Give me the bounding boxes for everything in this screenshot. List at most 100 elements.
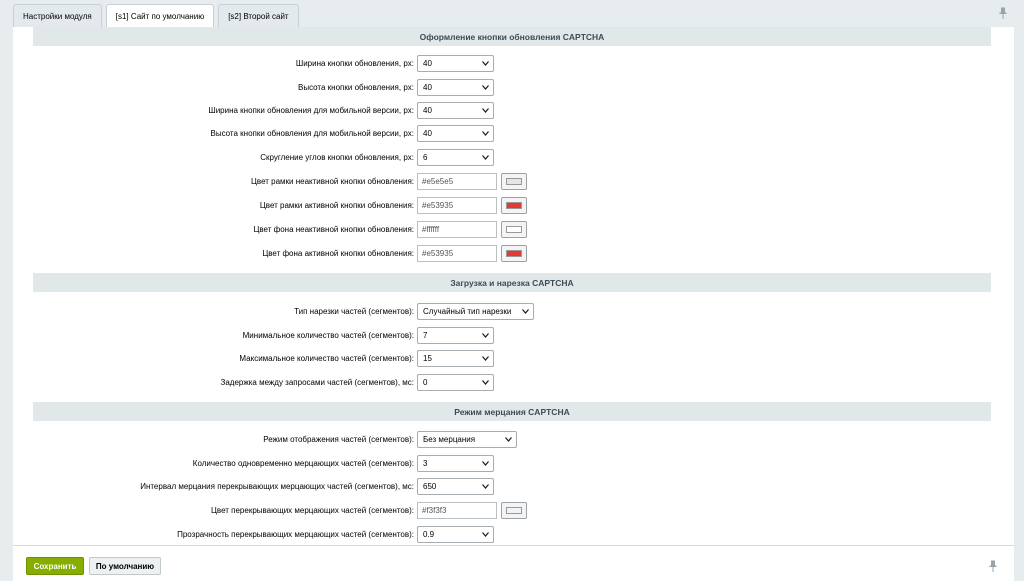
min-segments-select[interactable]: 7	[417, 327, 494, 344]
field-label: Цвет рамки активной кнопки обновления:	[259, 201, 414, 210]
slicing-type-select[interactable]: Случайный тип нарезки	[417, 303, 534, 320]
field-row: Цвет фона неактивной кнопки обновления: …	[13, 221, 1014, 239]
field-row: Цвет фона активной кнопки обновления: #e…	[13, 245, 1014, 263]
chevron-down-icon	[482, 380, 489, 385]
select-value: 40	[423, 59, 432, 68]
field-label: Интервал мерцания перекрывающих мерцающи…	[140, 482, 414, 491]
field-label: Прозрачность перекрывающих мерцающих час…	[177, 530, 414, 539]
chevron-down-icon	[482, 532, 489, 537]
active-border-color-input[interactable]: #e53935	[417, 197, 497, 214]
field-row: Высота кнопки обновления, px: 40	[13, 79, 1014, 97]
field-row: Тип нарезки частей (сегментов): Случайны…	[13, 303, 1014, 321]
field-label: Максимальное количество частей (сегменто…	[239, 354, 414, 363]
field-row: Цвет рамки неактивной кнопки обновления:…	[13, 173, 1014, 191]
field-label: Ширина кнопки обновления, px:	[295, 59, 414, 68]
flicker-count-select[interactable]: 3	[417, 455, 494, 472]
refresh-width-select[interactable]: 40	[417, 55, 494, 72]
reset-default-button[interactable]: По умолчанию	[89, 557, 161, 575]
field-label: Высота кнопки обновления для мобильной в…	[210, 129, 414, 138]
field-row: Максимальное количество частей (сегменто…	[13, 350, 1014, 368]
refresh-mobile-width-select[interactable]: 40	[417, 102, 494, 119]
field-label: Тип нарезки частей (сегментов):	[294, 307, 414, 316]
color-picker-button[interactable]	[501, 173, 527, 190]
refresh-mobile-height-select[interactable]: 40	[417, 125, 494, 142]
refresh-radius-select[interactable]: 6	[417, 149, 494, 166]
select-value: 3	[423, 459, 428, 468]
select-value: Случайный тип нарезки	[423, 307, 512, 316]
settings-panel: Оформление кнопки обновления CAPTCHA Шир…	[13, 27, 1014, 545]
chevron-down-icon	[482, 333, 489, 338]
field-label: Высота кнопки обновления, px:	[297, 83, 414, 92]
color-swatch	[506, 178, 522, 185]
color-swatch	[506, 250, 522, 257]
pin-icon[interactable]	[998, 7, 1008, 19]
tab-bar: Настройки модуля [s1] Сайт по умолчанию …	[13, 4, 303, 28]
field-row: Скругление углов кнопки обновления, px: …	[13, 149, 1014, 167]
chevron-down-icon	[505, 437, 512, 442]
select-value: 0.9	[423, 530, 435, 539]
field-row: Ширина кнопки обновления для мобильной в…	[13, 102, 1014, 120]
save-button[interactable]: Сохранить	[26, 557, 84, 575]
max-segments-select[interactable]: 15	[417, 350, 494, 367]
footer-bar: Сохранить По умолчанию	[13, 545, 1014, 581]
field-label: Скругление углов кнопки обновления, px:	[260, 153, 414, 162]
select-value: 40	[423, 83, 432, 92]
select-value: 40	[423, 106, 432, 115]
chevron-down-icon	[482, 61, 489, 66]
field-row: Количество одновременно мерцающих частей…	[13, 455, 1014, 473]
field-row: Интервал мерцания перекрывающих мерцающи…	[13, 478, 1014, 496]
color-swatch	[506, 226, 522, 233]
color-picker-button[interactable]	[501, 502, 527, 519]
field-label: Ширина кнопки обновления для мобильной в…	[208, 106, 414, 115]
chevron-down-icon	[482, 155, 489, 160]
color-picker-button[interactable]	[501, 245, 527, 262]
section-title: Режим мерцания CAPTCHA	[454, 406, 570, 417]
color-picker-button[interactable]	[501, 221, 527, 238]
select-value: Без мерцания	[423, 435, 476, 444]
color-swatch	[506, 507, 522, 514]
section-header-loading: Загрузка и нарезка CAPTCHA	[33, 273, 991, 292]
tab-site-s2[interactable]: [s2] Второй сайт	[218, 4, 299, 27]
field-label: Минимальное количество частей (сегментов…	[242, 331, 414, 340]
field-label: Задержка между запросами частей (сегмент…	[220, 378, 414, 387]
field-label: Цвет перекрывающих мерцающих частей (сег…	[210, 506, 414, 515]
pin-icon[interactable]	[988, 560, 998, 572]
flicker-interval-select[interactable]: 650	[417, 478, 494, 495]
chevron-down-icon	[482, 484, 489, 489]
color-picker-button[interactable]	[501, 197, 527, 214]
tab-module-settings[interactable]: Настройки модуля	[13, 4, 102, 27]
refresh-height-select[interactable]: 40	[417, 79, 494, 96]
overlay-opacity-select[interactable]: 0.9	[417, 526, 494, 543]
chevron-down-icon	[482, 461, 489, 466]
display-mode-select[interactable]: Без мерцания	[417, 431, 517, 448]
overlay-color-input[interactable]: #f3f3f3	[417, 502, 497, 519]
chevron-down-icon	[522, 309, 529, 314]
select-value: 6	[423, 153, 428, 162]
field-row: Цвет рамки активной кнопки обновления: #…	[13, 197, 1014, 215]
section-header-refresh-button: Оформление кнопки обновления CAPTCHA	[33, 27, 991, 46]
field-label: Цвет фона неактивной кнопки обновления:	[253, 225, 414, 234]
chevron-down-icon	[482, 108, 489, 113]
tab-site-s1[interactable]: [s1] Сайт по умолчанию	[105, 4, 215, 28]
field-row: Минимальное количество частей (сегментов…	[13, 327, 1014, 345]
inactive-background-color-input[interactable]: #ffffff	[417, 221, 497, 238]
select-value: 15	[423, 354, 432, 363]
section-title: Оформление кнопки обновления CAPTCHA	[419, 31, 605, 42]
field-label: Цвет рамки неактивной кнопки обновления:	[251, 177, 414, 186]
field-label: Количество одновременно мерцающих частей…	[192, 459, 414, 468]
request-delay-select[interactable]: 0	[417, 374, 494, 391]
active-background-color-input[interactable]: #e53935	[417, 245, 497, 262]
select-value: 0	[423, 378, 428, 387]
select-value: 650	[423, 482, 437, 491]
field-row: Режим отображения частей (сегментов): Бе…	[13, 431, 1014, 449]
field-row: Задержка между запросами частей (сегмент…	[13, 374, 1014, 392]
select-value: 40	[423, 129, 432, 138]
select-value: 7	[423, 331, 428, 340]
field-label: Режим отображения частей (сегментов):	[263, 435, 414, 444]
color-swatch	[506, 202, 522, 209]
field-row: Цвет перекрывающих мерцающих частей (сег…	[13, 502, 1014, 520]
field-label: Цвет фона активной кнопки обновления:	[262, 249, 414, 258]
field-row: Прозрачность перекрывающих мерцающих час…	[13, 526, 1014, 544]
inactive-border-color-input[interactable]: #e5e5e5	[417, 173, 497, 190]
section-title: Загрузка и нарезка CAPTCHA	[450, 277, 574, 288]
